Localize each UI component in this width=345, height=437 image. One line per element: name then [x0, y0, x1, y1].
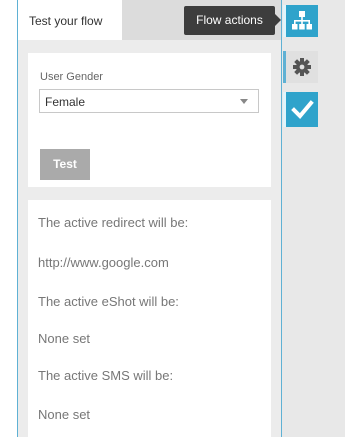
redirect-label: The active redirect will be: — [38, 215, 189, 230]
eshot-value: None set — [38, 331, 91, 346]
left-margin — [0, 0, 17, 437]
test-flow-panel: Test your flow User Gender Female Test T… — [18, 0, 281, 437]
tooltip-arrow — [275, 14, 281, 26]
confirm-button[interactable] — [283, 92, 318, 127]
test-form-card: User Gender Female Test — [28, 53, 271, 187]
flow-actions-icon — [292, 11, 312, 30]
settings-gear-icon — [293, 58, 311, 76]
sms-value: None set — [38, 407, 91, 422]
test-button[interactable]: Test — [40, 149, 90, 180]
test-results-card: The active redirect will be: http://www.… — [28, 200, 271, 437]
settings-button[interactable] — [283, 51, 318, 83]
chevron-down-icon — [240, 99, 248, 104]
checkmark-icon — [291, 100, 314, 119]
flow-actions-button[interactable] — [283, 5, 318, 37]
user-gender-select[interactable]: Female — [39, 89, 259, 113]
rail-divider — [281, 0, 282, 437]
user-gender-label: User Gender — [40, 71, 103, 83]
select-value: Female — [45, 95, 86, 109]
tab-label: Test your flow — [29, 14, 103, 28]
eshot-label: The active eShot will be: — [38, 294, 179, 309]
flow-actions-tooltip: Flow actions — [184, 6, 275, 35]
right-action-rail — [281, 0, 345, 437]
tab-test-your-flow[interactable]: Test your flow — [18, 0, 122, 40]
redirect-value: http://www.google.com — [38, 255, 169, 270]
sms-label: The active SMS will be: — [38, 368, 174, 383]
